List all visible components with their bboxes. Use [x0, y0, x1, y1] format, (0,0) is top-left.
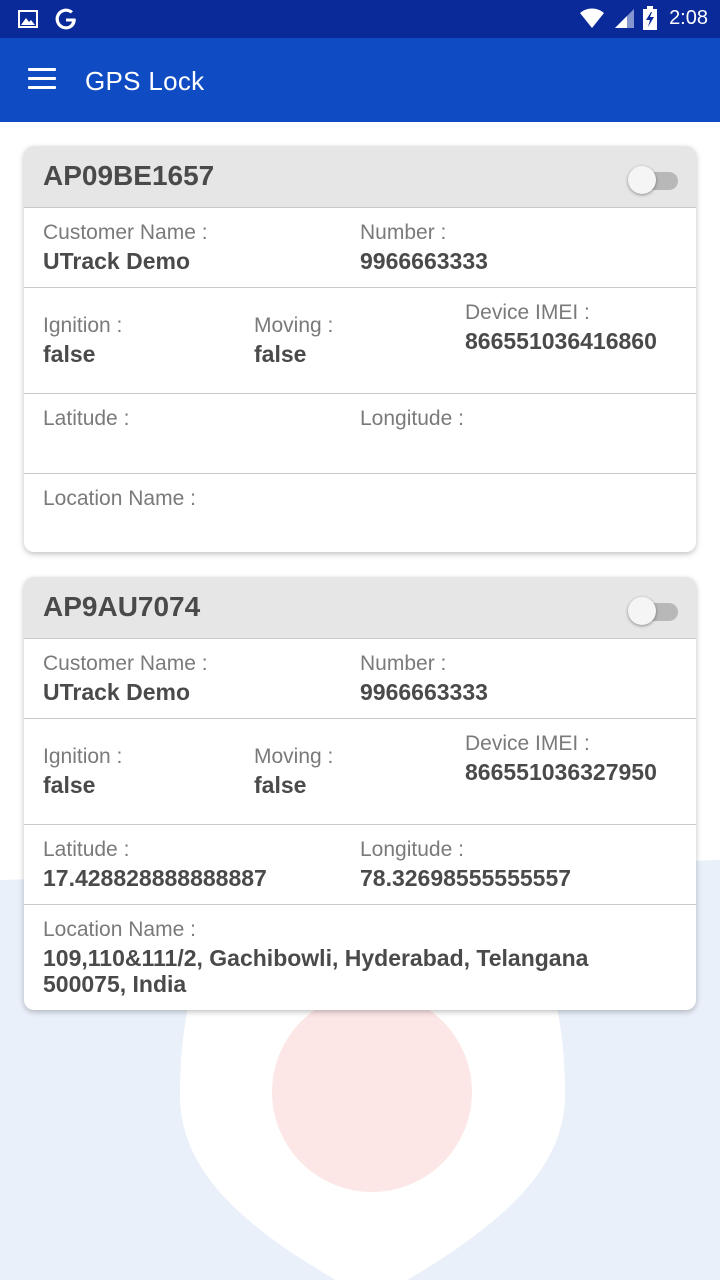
latitude-label: Latitude :: [43, 407, 130, 430]
longitude-label: Longitude :: [360, 407, 464, 430]
vehicle-plate: AP9AU7074: [43, 591, 201, 622]
vehicle-card: AP09BE1657 Customer Name : UTrack Demo N…: [24, 146, 696, 552]
status-row: Ignition : false Moving : false Device I…: [24, 719, 696, 825]
ignition-label: Ignition :: [43, 314, 123, 337]
gps-lock-toggle[interactable]: [628, 595, 680, 625]
status-time: 2:08: [669, 6, 708, 29]
location-name-label: Location Name :: [43, 487, 196, 510]
customer-name-label: Customer Name :: [43, 652, 208, 675]
battery-icon: [643, 6, 658, 30]
ignition-label: Ignition :: [43, 745, 123, 768]
ignition-value: false: [43, 341, 96, 367]
latitude-label: Latitude :: [43, 838, 130, 861]
page-title: GPS Lock: [85, 66, 205, 96]
location-name-label: Location Name :: [43, 918, 196, 941]
image-icon: [18, 10, 38, 28]
device-imei-value: 866551036327950: [465, 759, 657, 785]
vehicle-plate: AP09BE1657: [43, 160, 215, 191]
app-bar: GPS Lock: [0, 38, 720, 122]
number-label: Number :: [360, 652, 447, 675]
customer-row: Customer Name : UTrack Demo Number : 996…: [24, 208, 696, 288]
number-label: Number :: [360, 221, 447, 244]
longitude-value: 78.32698555555557: [360, 865, 572, 891]
status-bar: 2:08: [0, 0, 720, 38]
latitude-value: 17.428828888888887: [43, 865, 267, 891]
device-imei-label: Device IMEI :: [465, 732, 590, 755]
number-value: 9966663333: [360, 248, 488, 274]
google-icon: [55, 8, 76, 30]
location-name-value: 109,110&111/2, Gachibowli, Hyderabad, Te…: [43, 945, 589, 997]
moving-label: Moving :: [254, 314, 334, 337]
moving-value: false: [254, 772, 307, 798]
coordinates-row: Latitude : 17.428828888888887 Longitude …: [24, 825, 696, 905]
longitude-label: Longitude :: [360, 838, 464, 861]
wifi-icon: [580, 8, 605, 28]
customer-name-value: UTrack Demo: [43, 248, 191, 274]
coordinates-row: Latitude : Longitude :: [24, 394, 696, 474]
moving-value: false: [254, 341, 307, 367]
device-imei-value: 866551036416860: [465, 328, 657, 354]
card-header: AP09BE1657: [24, 146, 696, 208]
device-imei-label: Device IMEI :: [465, 301, 590, 324]
customer-row: Customer Name : UTrack Demo Number : 996…: [24, 639, 696, 719]
moving-label: Moving :: [254, 745, 334, 768]
ignition-value: false: [43, 772, 96, 798]
menu-icon[interactable]: [28, 68, 56, 90]
number-value: 9966663333: [360, 679, 488, 705]
location-row: Location Name :: [24, 474, 696, 552]
location-row: Location Name : 109,110&111/2, Gachibowl…: [24, 905, 696, 1010]
gps-lock-toggle[interactable]: [628, 164, 680, 194]
customer-name-value: UTrack Demo: [43, 679, 191, 705]
vehicle-card: AP9AU7074 Customer Name : UTrack Demo Nu…: [24, 577, 696, 1010]
signal-icon: [615, 9, 635, 28]
customer-name-label: Customer Name :: [43, 221, 208, 244]
status-row: Ignition : false Moving : false Device I…: [24, 288, 696, 394]
card-header: AP9AU7074: [24, 577, 696, 639]
